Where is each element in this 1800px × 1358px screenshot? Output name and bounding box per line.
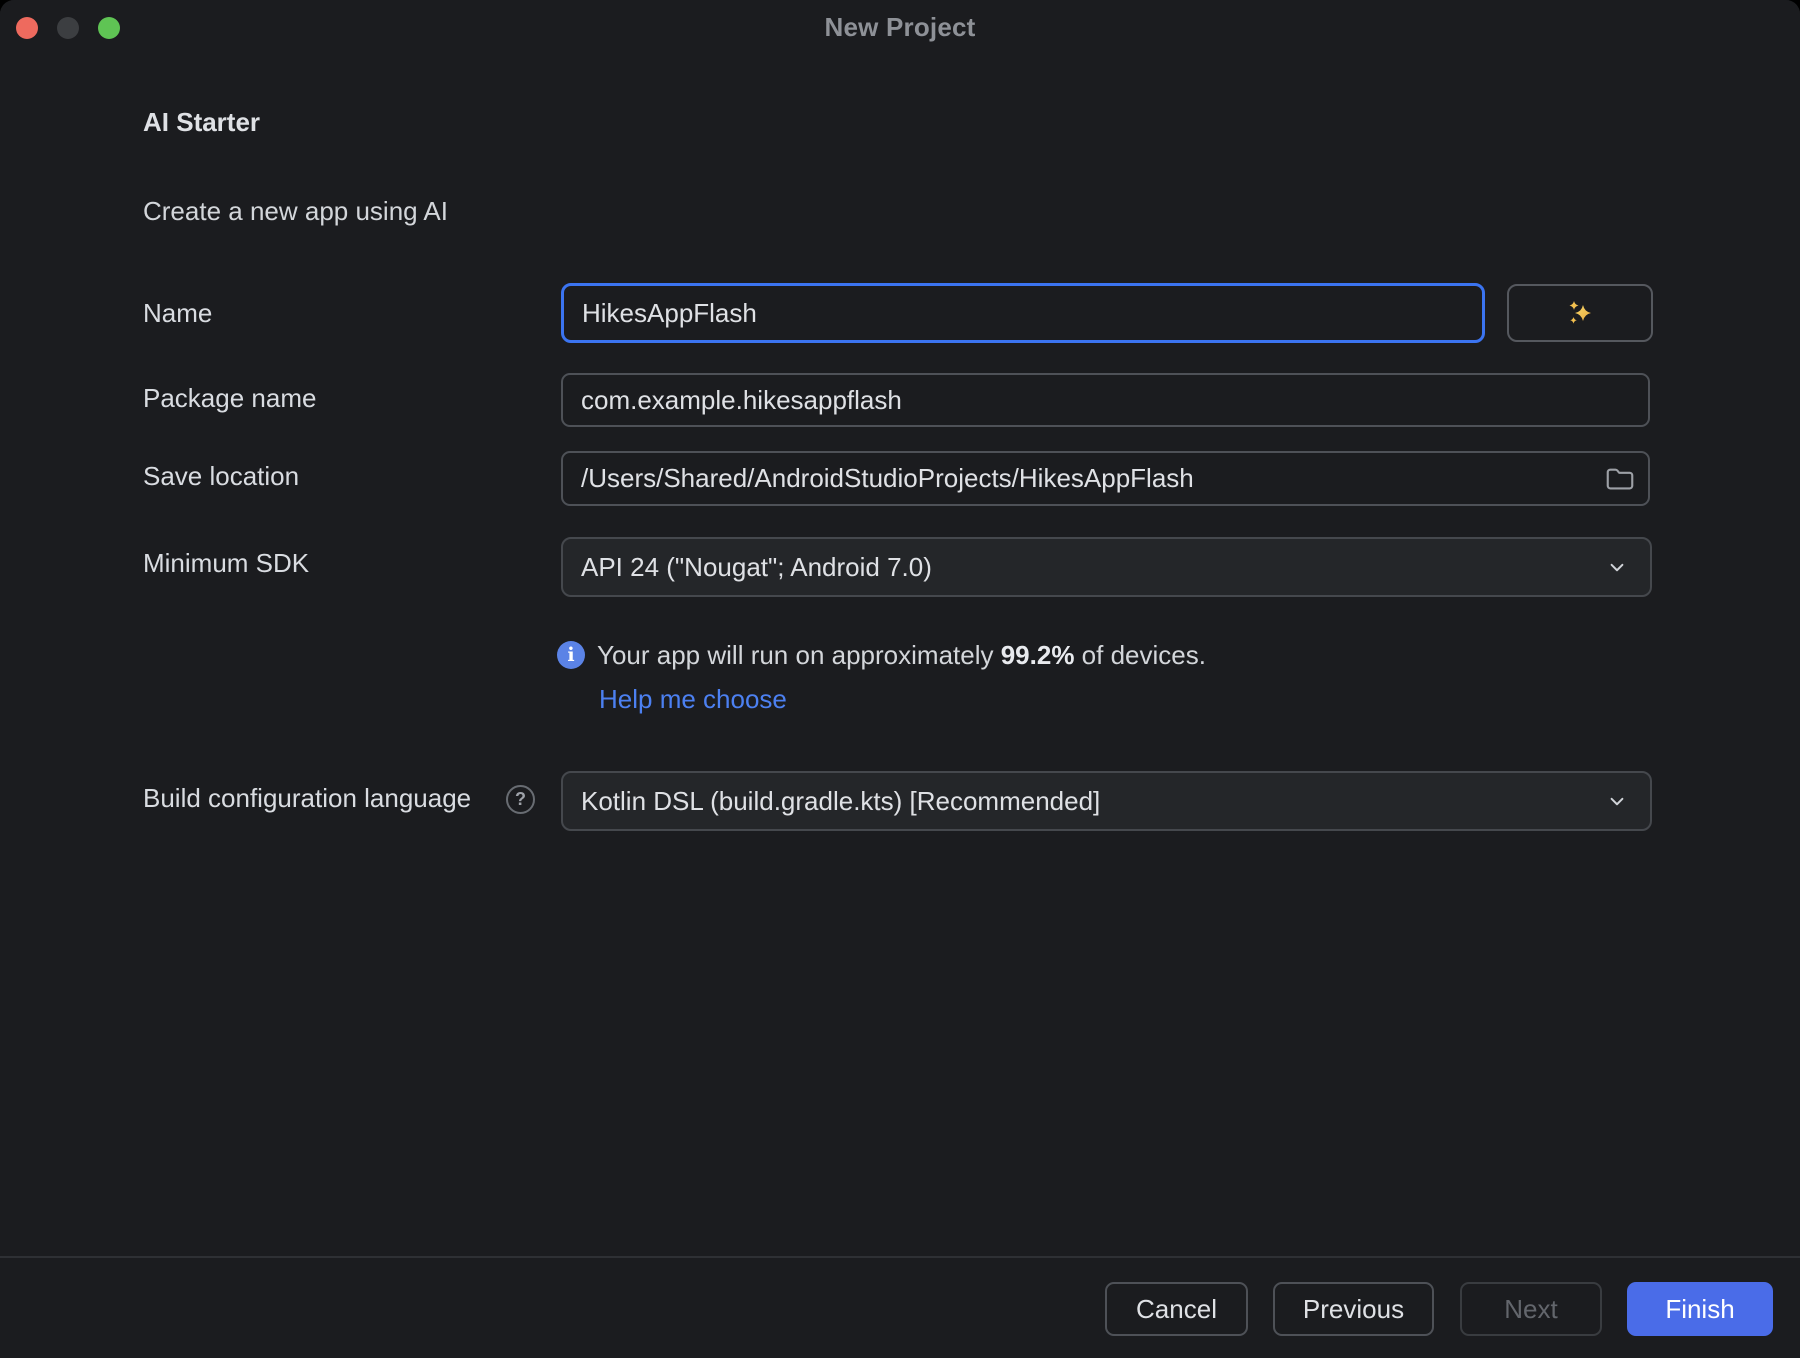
close-window-button[interactable] bbox=[16, 17, 38, 39]
window-title: New Project bbox=[0, 0, 1800, 54]
next-button: Next bbox=[1460, 1282, 1602, 1336]
browse-save-location-button[interactable] bbox=[1598, 462, 1642, 496]
package-name-input[interactable] bbox=[561, 373, 1650, 427]
question-mark-icon[interactable]: ? bbox=[506, 785, 535, 814]
minimize-window-button bbox=[57, 17, 79, 39]
previous-button[interactable]: Previous bbox=[1273, 1282, 1434, 1336]
sdk-coverage-percent: 99.2% bbox=[1001, 640, 1075, 670]
folder-icon bbox=[1605, 466, 1635, 492]
sdk-coverage-text: Your app will run on approximately 99.2%… bbox=[597, 640, 1206, 671]
build-config-value: Kotlin DSL (build.gradle.kts) [Recommend… bbox=[581, 786, 1604, 817]
page-subtitle: Create a new app using AI bbox=[143, 196, 448, 227]
minimum-sdk-dropdown[interactable]: API 24 ("Nougat"; Android 7.0) bbox=[561, 537, 1652, 597]
zoom-window-button[interactable] bbox=[98, 17, 120, 39]
build-config-label: Build configuration language bbox=[143, 783, 471, 814]
chevron-down-icon bbox=[1604, 554, 1630, 580]
package-name-label: Package name bbox=[143, 383, 316, 414]
cancel-button[interactable]: Cancel bbox=[1105, 1282, 1248, 1336]
save-location-label: Save location bbox=[143, 461, 299, 492]
traffic-lights bbox=[16, 17, 120, 39]
save-location-input[interactable] bbox=[561, 451, 1650, 506]
chevron-down-icon bbox=[1604, 788, 1630, 814]
sparkle-icon bbox=[1564, 297, 1596, 329]
minimum-sdk-value: API 24 ("Nougat"; Android 7.0) bbox=[581, 552, 1604, 583]
minimum-sdk-label: Minimum SDK bbox=[143, 548, 309, 579]
footer-separator bbox=[0, 1256, 1800, 1258]
new-project-dialog: New Project AI Starter Create a new app … bbox=[0, 0, 1800, 1358]
help-me-choose-link[interactable]: Help me choose bbox=[599, 684, 787, 715]
ai-generate-button[interactable] bbox=[1507, 284, 1653, 342]
titlebar: New Project bbox=[0, 0, 1800, 54]
page-title: AI Starter bbox=[143, 107, 260, 138]
name-label: Name bbox=[143, 298, 212, 329]
finish-button[interactable]: Finish bbox=[1627, 1282, 1773, 1336]
name-input[interactable] bbox=[561, 283, 1485, 343]
info-icon: i bbox=[557, 641, 585, 669]
build-config-dropdown[interactable]: Kotlin DSL (build.gradle.kts) [Recommend… bbox=[561, 771, 1652, 831]
